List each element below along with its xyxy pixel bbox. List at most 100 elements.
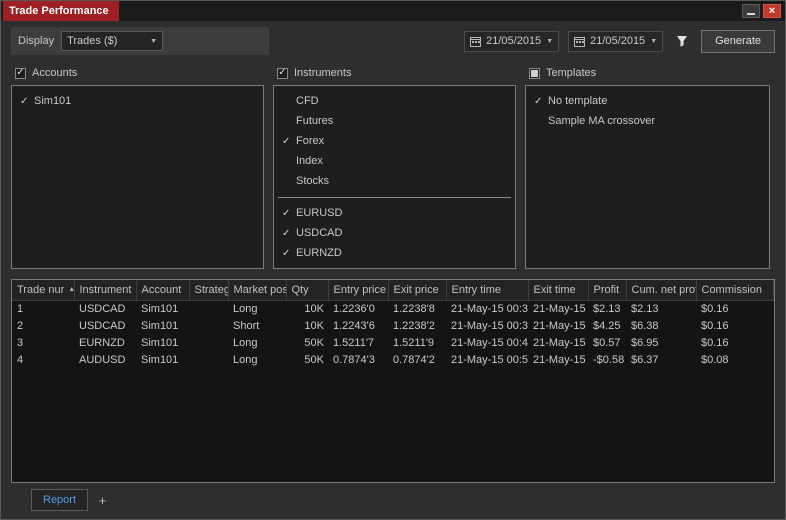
- table-cell: 1.2238'8: [393, 303, 435, 316]
- table-cell: 1.2243'6: [333, 320, 375, 332]
- divider: [278, 197, 511, 198]
- list-item-label: AUDUSD: [296, 267, 342, 268]
- table-cell: $6.38: [631, 320, 659, 332]
- list-item[interactable]: Futures: [274, 111, 515, 131]
- table-row[interactable]: 3 EURNZD Sim101 Long 50K 1.5211'7 1.5211'9 21-M…: [12, 335, 774, 352]
- list-item[interactable]: Index: [274, 151, 515, 171]
- table-cell: EURNZD: [79, 337, 125, 349]
- table-cell: 1: [17, 303, 24, 316]
- column-header[interactable]: Exit price: [388, 280, 447, 301]
- table-cell: 2: [17, 320, 24, 332]
- toolbar: Display Trades ($) ▼ 21/05/2015 ▼ 21/05/…: [1, 21, 785, 61]
- instrument-symbols-list: ✓EURUSD✓USDCAD✓EURNZD✓AUDUSD: [274, 203, 515, 269]
- table-cell: 21-May-15 00:46: [451, 337, 528, 349]
- table-cell: $6.95: [631, 337, 659, 349]
- table-cell: USDCAD: [79, 320, 126, 332]
- accounts-checkbox[interactable]: ✓: [15, 67, 26, 79]
- column-header[interactable]: Strategy: [189, 280, 229, 301]
- tab-report-label: Report: [43, 494, 77, 506]
- column-header[interactable]: Commission: [696, 280, 774, 301]
- filter-panels: ✓ Accounts ✓ Sim101 ✓ Instruments CFD Futu…: [1, 61, 785, 269]
- table-cell: 1.5211'7: [333, 337, 375, 349]
- table-cell: $0.16: [701, 303, 729, 316]
- chevron-down-icon: ▼: [546, 37, 554, 45]
- table-cell: 21-May-15 00:39: [451, 320, 528, 332]
- generate-button[interactable]: Generate: [701, 29, 775, 53]
- list-item[interactable]: ✓ USDCAD: [274, 223, 515, 243]
- display-dropdown[interactable]: Trades ($) ▼: [61, 31, 164, 51]
- table-cell: Long: [233, 303, 258, 316]
- list-item[interactable]: ✓ Sim101: [12, 91, 263, 111]
- list-item[interactable]: Stocks: [274, 171, 515, 191]
- column-header[interactable]: Profit: [588, 280, 627, 301]
- list-item[interactable]: ✓ No template: [526, 91, 769, 111]
- chevron-down-icon: ▼: [150, 37, 158, 45]
- tab-report[interactable]: Report: [31, 489, 89, 511]
- list-item-label: Sample MA crossover: [548, 115, 655, 127]
- table-cell: [189, 318, 228, 335]
- list-item[interactable]: ✓ EURUSD: [274, 203, 515, 223]
- table-cell: AUDUSD: [79, 354, 126, 366]
- table-cell: 0.7874'3: [333, 354, 375, 366]
- table-row[interactable]: 1 USDCAD Sim101 Long 10K 1.2236'0 1.2238'8 21-M…: [12, 301, 774, 318]
- trade-table-body: 1 USDCAD Sim101 Long 10K 1.2236'0 1.2238'8 21-M…: [12, 301, 774, 369]
- table-cell: 3: [17, 337, 24, 349]
- add-tab-button[interactable]: +: [94, 492, 111, 509]
- instruments-box: CFD Futures ✓ Forex Index Stocks ✓ EURUSD ✓ USDC…: [273, 85, 516, 269]
- tabbar: Report +: [1, 483, 785, 519]
- table-cell: 10K: [304, 303, 324, 316]
- table-cell: Sim101: [141, 354, 179, 366]
- table-cell: [189, 301, 228, 318]
- check-icon: ✓: [282, 268, 296, 269]
- list-item[interactable]: ✓ EURNZD: [274, 243, 515, 263]
- table-cell: [189, 352, 228, 369]
- table-cell: 21-May-15 0: [533, 337, 588, 349]
- accounts-header: ✓ Accounts: [11, 61, 264, 85]
- list-item-label: EURNZD: [296, 247, 342, 259]
- date-to-picker[interactable]: 21/05/2015 ▼: [568, 30, 664, 52]
- table-row[interactable]: 4 AUDUSD Sim101 Long 50K 0.7874'3 0.7874'2 21-M…: [12, 352, 774, 369]
- display-strip: Display Trades ($) ▼: [11, 27, 269, 55]
- calendar-icon: [574, 36, 586, 47]
- templates-header: Templates: [525, 61, 770, 85]
- templates-checkbox[interactable]: [529, 67, 540, 79]
- column-header[interactable]: Qty: [286, 280, 329, 301]
- list-item-label: Stocks: [296, 175, 330, 187]
- list-item-label: Sim101: [34, 95, 72, 107]
- list-item[interactable]: CFD: [274, 91, 515, 111]
- check-icon: ✓: [282, 227, 291, 239]
- list-item[interactable]: Sample MA crossover: [526, 111, 769, 131]
- table-cell: $2.13: [593, 303, 621, 316]
- close-button[interactable]: ×: [763, 4, 781, 18]
- minimize-button[interactable]: [742, 4, 760, 18]
- table-cell: [189, 335, 228, 352]
- column-header[interactable]: Trade nur▲: [12, 280, 75, 301]
- list-item[interactable]: ✓ Forex: [274, 131, 515, 151]
- table-cell: 1.2236'0: [333, 303, 375, 316]
- table-cell: USDCAD: [79, 303, 126, 316]
- date-from-picker[interactable]: 21/05/2015 ▼: [464, 30, 560, 52]
- table-cell: 4: [17, 354, 24, 366]
- column-header[interactable]: Market pos.: [228, 280, 287, 301]
- column-header[interactable]: Account: [136, 280, 190, 301]
- list-item-label: Futures: [296, 115, 334, 127]
- table-cell: 50K: [304, 337, 324, 349]
- column-header[interactable]: Exit time: [528, 280, 589, 301]
- table-cell: $0.57: [593, 337, 621, 349]
- display-label: Display: [18, 35, 55, 47]
- calendar-icon: [470, 36, 482, 47]
- table-cell: Long: [233, 354, 258, 366]
- list-item-label: Index: [296, 155, 323, 167]
- templates-panel: Templates ✓ No template Sample MA crossove…: [525, 61, 770, 269]
- list-item-label: CFD: [296, 95, 319, 107]
- column-header[interactable]: Cum. net profit: [626, 280, 697, 301]
- column-header[interactable]: Entry time: [446, 280, 529, 301]
- filter-button[interactable]: [672, 31, 692, 51]
- check-icon: ✓: [534, 95, 543, 107]
- instruments-checkbox[interactable]: ✓: [277, 67, 288, 79]
- table-row[interactable]: 2 USDCAD Sim101 Short 10K 1.2243'6 1.2238'2 21-…: [12, 318, 774, 335]
- column-header[interactable]: Entry price: [328, 280, 389, 301]
- list-item[interactable]: ✓AUDUSD: [274, 263, 515, 269]
- table-cell: $6.37: [631, 354, 659, 366]
- column-header[interactable]: Instrument: [74, 280, 137, 301]
